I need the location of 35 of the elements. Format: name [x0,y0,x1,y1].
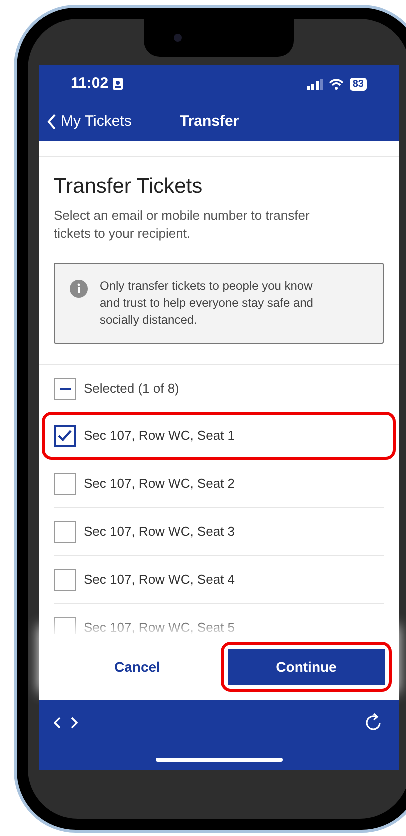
checkbox[interactable] [54,425,76,447]
back-forward-icon[interactable] [54,717,78,729]
dash-icon [60,388,70,390]
status-time: 11:02 [71,74,109,94]
screen-title: Transfer [180,112,240,132]
ticket-row[interactable]: Sec 107, Row WC, Seat 3 [54,508,384,556]
notice-text: Only transfer tickets to people you know and trust to help everyone stay safe and socially distanced. [100,278,314,329]
camera-icon [174,34,182,42]
page-heading: Transfer Tickets [54,174,204,200]
reload-icon[interactable] [364,713,384,733]
id-card-icon [112,78,123,90]
ticket-label: Sec 107, Row WC, Seat 2 [84,474,236,493]
checkbox[interactable] [54,472,76,494]
ticket-label: Sec 107, Row WC, Seat 1 [84,427,236,446]
checkbox[interactable] [54,378,76,400]
battery-level: 83 [350,78,367,90]
info-icon [70,280,88,298]
back-button[interactable]: My Tickets [47,110,180,134]
selection-count: Selected (1 of 8) [84,380,180,398]
ticket-label: Sec 107, Row WC, Seat 5 [84,618,236,634]
ticket-label: Sec 107, Row WC, Seat 3 [84,522,236,541]
ticket-row[interactable]: Sec 107, Row WC, Seat 2 [54,460,384,508]
ticket-row[interactable]: Sec 107, Row WC, Seat 1 [42,412,396,460]
checkbox[interactable] [54,568,76,590]
check-icon [58,430,72,442]
checkbox[interactable] [54,616,76,634]
wifi-icon [328,78,344,90]
checkbox[interactable] [54,520,76,542]
signal-icon [306,78,323,90]
description: Select an email or mobile number to transfer tickets to your recipient. [54,207,311,243]
cancel-button[interactable]: Cancel [54,656,221,678]
continue-button[interactable]: Continue [228,649,385,685]
ticket-label: Sec 107, Row WC, Seat 4 [84,570,236,589]
chevron-left-icon [47,114,57,130]
ticket-row[interactable]: Sec 107, Row WC, Seat 4 [54,556,384,604]
